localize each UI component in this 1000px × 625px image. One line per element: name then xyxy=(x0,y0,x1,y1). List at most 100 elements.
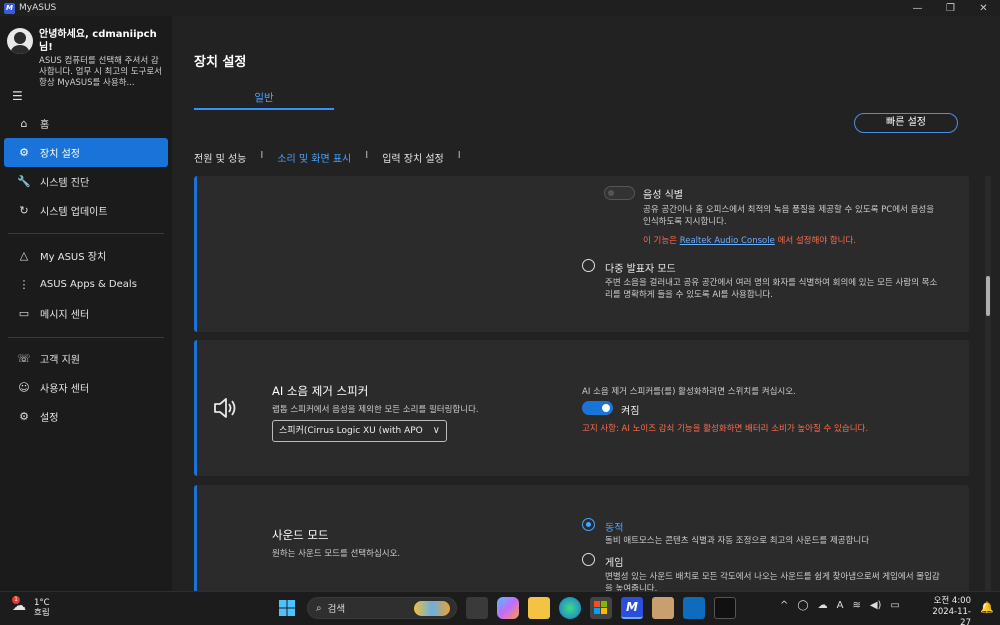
wifi-icon[interactable]: ≋ xyxy=(852,600,860,611)
page-title: 장치 설정 xyxy=(194,55,247,70)
input-language-icon[interactable]: A xyxy=(837,600,844,611)
outlook-icon[interactable] xyxy=(683,597,705,619)
subtab-separator: I xyxy=(365,150,369,161)
sound-mode-card: 사운드 모드 원하는 사운드 모드를 선택하십시오. 동적 돌비 애트모스는 콘… xyxy=(194,485,969,591)
search-highlight-icon xyxy=(414,601,450,616)
voice-id-description: 공유 공간이나 홈 오피스에서 최적의 녹음 품질을 제공할 수 있도록 PC에… xyxy=(643,205,935,227)
capcut-icon[interactable] xyxy=(714,597,736,619)
user-profile[interactable]: 안녕하세요, cdmaniipch님! ASUS 컴퓨터를 선택해 주셔서 감사… xyxy=(0,16,172,88)
sound-mode-game-desc: 변별성 있는 사운드 배치로 모든 각도에서 나오는 사운드를 쉽게 찾아냄으로… xyxy=(605,572,940,591)
search-icon: ⌕ xyxy=(316,602,322,614)
sidebar-item-home[interactable]: ⌂ 홈 xyxy=(4,109,168,138)
nav-group-main: ⌂ 홈 ⚙ 장치 설정 🔧 시스템 진단 ↻ 시스템 업데이트 xyxy=(0,109,172,225)
tray-chevron-icon[interactable]: ^ xyxy=(780,600,788,611)
onedrive-icon[interactable]: ☁ xyxy=(818,600,828,611)
windows-start-icon[interactable] xyxy=(276,597,298,619)
weather-alert-badge: 1 xyxy=(12,596,20,604)
copilot-icon[interactable] xyxy=(497,597,519,619)
speaker-icon xyxy=(214,398,236,418)
myasus-taskbar-icon[interactable]: M xyxy=(621,597,643,619)
ai-noise-speaker-title: AI 소음 제거 스피커 xyxy=(272,384,369,398)
maximize-button[interactable]: ❐ xyxy=(934,0,967,16)
sidebar-item-customer-support[interactable]: ☏ 고객 지원 xyxy=(4,344,168,373)
sidebar-item-label: 시스템 진단 xyxy=(40,178,90,189)
message-icon: ▭ xyxy=(18,307,30,320)
sidebar-item-system-update[interactable]: ↻ 시스템 업데이트 xyxy=(4,196,168,225)
tab-general[interactable]: 일반 xyxy=(194,90,334,105)
sidebar-item-my-asus-devices[interactable]: △ My ASUS 장치 xyxy=(4,241,168,270)
sidebar-item-apps-deals[interactable]: ⋮ ASUS Apps & Deals xyxy=(4,270,168,299)
nav-group-support: ☏ 고객 지원 ☺ 사용자 센터 ⚙ 설정 xyxy=(0,344,172,431)
quick-settings-button[interactable]: 빠른 설정 xyxy=(854,113,958,133)
multi-speaker-description: 주변 소음을 걸러내고 공유 공간에서 여러 명의 화자를 식별하여 회의에 있… xyxy=(605,278,938,300)
chevron-down-icon: ∨ xyxy=(432,425,440,436)
divider xyxy=(8,337,164,338)
triangle-icon: △ xyxy=(19,249,29,262)
sound-mode-title: 사운드 모드 xyxy=(272,528,329,542)
voice-id-toggle[interactable] xyxy=(604,186,635,200)
sound-mode-subtitle: 원하는 사운드 모드를 선택하십시오. xyxy=(272,549,401,559)
sidebar-item-settings[interactable]: ⚙ 설정 xyxy=(4,402,168,431)
subtab-input-devices[interactable]: 입력 장치 설정 xyxy=(382,150,444,165)
menu-icon[interactable]: ☰ xyxy=(12,89,23,103)
subtab-separator: I xyxy=(260,150,264,161)
voice-card: 음성 식별 공유 공간이나 홈 오피스에서 최적의 녹음 품질을 제공할 수 있… xyxy=(194,176,969,332)
sidebar-item-user-center[interactable]: ☺ 사용자 센터 xyxy=(4,373,168,402)
recording-icon[interactable]: ◯ xyxy=(797,600,808,611)
subtab-separator: I xyxy=(457,150,461,161)
taskbar-apps: ⌕ 검색 M xyxy=(276,597,745,619)
scrollbar-thumb[interactable] xyxy=(986,276,990,316)
weather-temperature: 1°C xyxy=(34,598,50,608)
voice-id-title: 음성 식별 xyxy=(643,190,683,201)
cloud-icon: ☁ 1 xyxy=(12,596,26,614)
user-icon: ☺ xyxy=(18,381,30,394)
app-icon[interactable] xyxy=(652,597,674,619)
ai-noise-warning: 고지 사항: AI 노이즈 감쇠 기능을 활성화하면 배터리 소비가 높아질 수… xyxy=(582,424,869,434)
battery-icon[interactable]: ▭ xyxy=(890,600,899,611)
notification-bell-icon[interactable]: 🔔 xyxy=(980,601,994,614)
weather-condition: 흐림 xyxy=(34,608,50,618)
close-button[interactable]: ✕ xyxy=(967,0,1000,16)
myasus-logo-icon: M xyxy=(4,2,15,14)
sidebar-item-diagnostics[interactable]: 🔧 시스템 진단 xyxy=(4,167,168,196)
main-panel: 장치 설정 일반 빠른 설정 전원 및 성능 I 소리 및 화면 표시 I 입력… xyxy=(172,16,1000,591)
headset-icon: ☏ xyxy=(17,352,31,365)
weather-widget[interactable]: ☁ 1 1°C 흐림 xyxy=(12,596,50,618)
window-controls: — ❐ ✕ xyxy=(901,0,1000,16)
speaker-device-select[interactable]: 스피커(Cirrus Logic XU (with APO ∨ xyxy=(272,420,447,442)
realtek-link[interactable]: Realtek Audio Console xyxy=(680,236,775,246)
file-explorer-icon[interactable] xyxy=(528,597,550,619)
scrollbar[interactable] xyxy=(985,176,991,591)
multi-speaker-radio[interactable] xyxy=(582,259,595,272)
avatar xyxy=(7,28,33,54)
sound-mode-dynamic-label: 동적 xyxy=(605,523,624,534)
sidebar: 안녕하세요, cdmaniipch님! ASUS 컴퓨터를 선택해 주셔서 감사… xyxy=(0,16,172,591)
sidebar-item-label: 메시지 센터 xyxy=(40,310,90,321)
sound-mode-dynamic-radio[interactable] xyxy=(582,518,595,531)
subtab-sound-display[interactable]: 소리 및 화면 표시 xyxy=(277,150,351,165)
task-view-icon[interactable] xyxy=(466,597,488,619)
ai-noise-speaker-subtitle: 랩톱 스피커에서 음성을 제외한 모든 소리를 필터링합니다. xyxy=(272,405,479,415)
ai-noise-hint: AI 소음 제거 스피커를(를) 활성화하려면 스위치를 켜십시오. xyxy=(582,387,796,397)
minimize-button[interactable]: — xyxy=(901,0,934,16)
grid-icon: ⋮ xyxy=(18,278,30,291)
store-icon[interactable] xyxy=(590,597,612,619)
sidebar-item-device-settings[interactable]: ⚙ 장치 설정 xyxy=(4,138,168,167)
sidebar-item-message-center[interactable]: ▭ 메시지 센터 xyxy=(4,299,168,328)
subtab-power-performance[interactable]: 전원 및 성능 xyxy=(194,150,246,165)
sound-mode-game-radio[interactable] xyxy=(582,553,595,566)
window-title: MyASUS xyxy=(19,3,57,13)
ai-noise-toggle[interactable] xyxy=(582,401,613,415)
settings-content: 음성 식별 공유 공간이나 홈 오피스에서 최적의 녹음 품질을 제공할 수 있… xyxy=(194,176,969,591)
sidebar-item-label: 고객 지원 xyxy=(40,355,80,366)
clock[interactable]: 오전 4:00 2024-11-27 xyxy=(925,596,971,625)
taskbar-search[interactable]: ⌕ 검색 xyxy=(307,597,457,619)
edge-browser-icon[interactable] xyxy=(559,597,581,619)
sound-mode-game-label: 게임 xyxy=(605,558,624,569)
nav-group-asus: △ My ASUS 장치 ⋮ ASUS Apps & Deals ▭ 메시지 센… xyxy=(0,241,172,328)
volume-icon[interactable]: ◀) xyxy=(870,600,882,611)
subtabs: 전원 및 성능 I 소리 및 화면 표시 I 입력 장치 설정 I xyxy=(194,150,475,165)
sound-mode-dynamic-desc: 돌비 애트모스는 콘텐츠 식별과 자동 조정으로 최고의 사운드를 제공합니다 xyxy=(605,536,870,546)
clock-time: 오전 4:00 xyxy=(933,596,971,606)
sidebar-item-label: 설정 xyxy=(40,413,59,424)
